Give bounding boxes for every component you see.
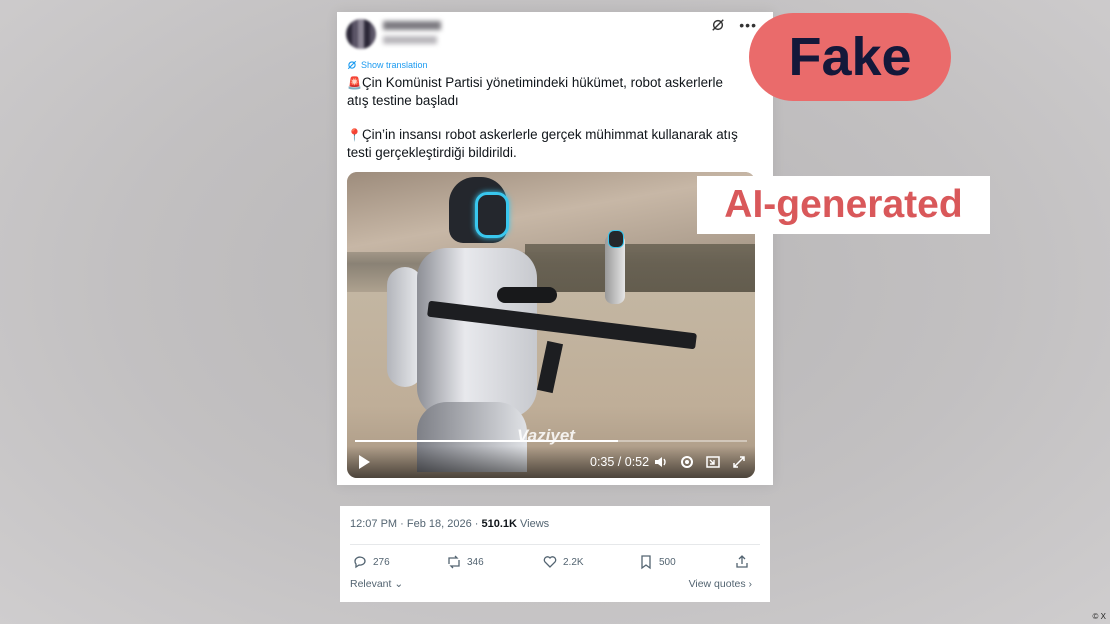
heart-icon: [543, 556, 557, 568]
video-watermark: Vaziyet: [517, 426, 575, 445]
pin-emoji: 📍: [347, 128, 362, 142]
settings-icon[interactable]: [679, 454, 695, 470]
views-count: 510.1K: [481, 518, 517, 530]
reply-icon: [354, 556, 366, 569]
robot-body: [417, 248, 537, 418]
picture-in-picture-icon[interactable]: [705, 454, 721, 470]
translate-icon: [347, 60, 357, 70]
divider: [350, 544, 760, 545]
fullscreen-icon[interactable]: [731, 454, 747, 470]
blurred-display-name: [383, 21, 441, 30]
share-button[interactable]: [734, 554, 750, 570]
video-time: 0:35 / 0:52: [590, 455, 650, 469]
tweet-card: ••• Show translation 🚨Çin Komünist Parti…: [337, 12, 773, 485]
like-button[interactable]: 2.2K: [542, 554, 584, 570]
relevant-sort[interactable]: Relevant ⌄: [350, 578, 403, 590]
tweet-paragraph-2: 📍Çin’in insansı robot askerlerle gerçek …: [347, 127, 738, 160]
tweet-paragraph-1: 🚨Çin Komünist Partisi yönetimindeki hükü…: [347, 75, 723, 108]
siren-emoji: 🚨: [347, 76, 362, 90]
video-player[interactable]: Vaziyet 0:35 / 0:52: [347, 172, 755, 478]
chevron-right-icon: ›: [745, 578, 752, 590]
video-fence: [525, 244, 755, 294]
reply-button[interactable]: 276: [352, 554, 390, 570]
bookmark-button[interactable]: 500: [638, 554, 676, 570]
volume-icon[interactable]: [653, 454, 669, 470]
view-quotes-link[interactable]: View quotes ›: [689, 578, 752, 590]
grok-icon[interactable]: [711, 18, 725, 32]
tweet-top-icons: •••: [711, 18, 757, 32]
show-translation-link[interactable]: Show translation: [347, 60, 428, 70]
image-credit: © X: [1092, 612, 1106, 621]
chevron-down-icon: ⌄: [391, 578, 404, 590]
repost-icon: [448, 555, 460, 569]
robot-visor: [475, 192, 509, 238]
tweet-meta-panel: 12:07 PM · Feb 18, 2026 · 510.1K Views 2…: [340, 506, 770, 602]
tweet-text: 🚨Çin Komünist Partisi yönetimindeki hükü…: [347, 74, 747, 178]
video-progress-fill: [355, 440, 618, 442]
play-icon[interactable]: [359, 455, 370, 469]
ai-generated-label: AI-generated: [697, 176, 990, 234]
timestamp-views: 12:07 PM · Feb 18, 2026 · 510.1K Views: [350, 518, 550, 530]
more-options-icon[interactable]: •••: [739, 18, 757, 32]
repost-button[interactable]: 346: [446, 554, 484, 570]
video-progress-bar[interactable]: [355, 440, 747, 442]
action-bar: 276 346 2.2K 500: [350, 554, 750, 570]
share-icon: [736, 555, 748, 568]
avatar[interactable]: [346, 19, 376, 49]
background-robot-head: [608, 230, 624, 248]
bookmark-icon: [641, 555, 651, 570]
rifle-scope: [497, 287, 557, 303]
blurred-handle: [383, 36, 437, 44]
fake-label-badge: Fake: [749, 13, 951, 101]
video-hills: [347, 172, 755, 252]
